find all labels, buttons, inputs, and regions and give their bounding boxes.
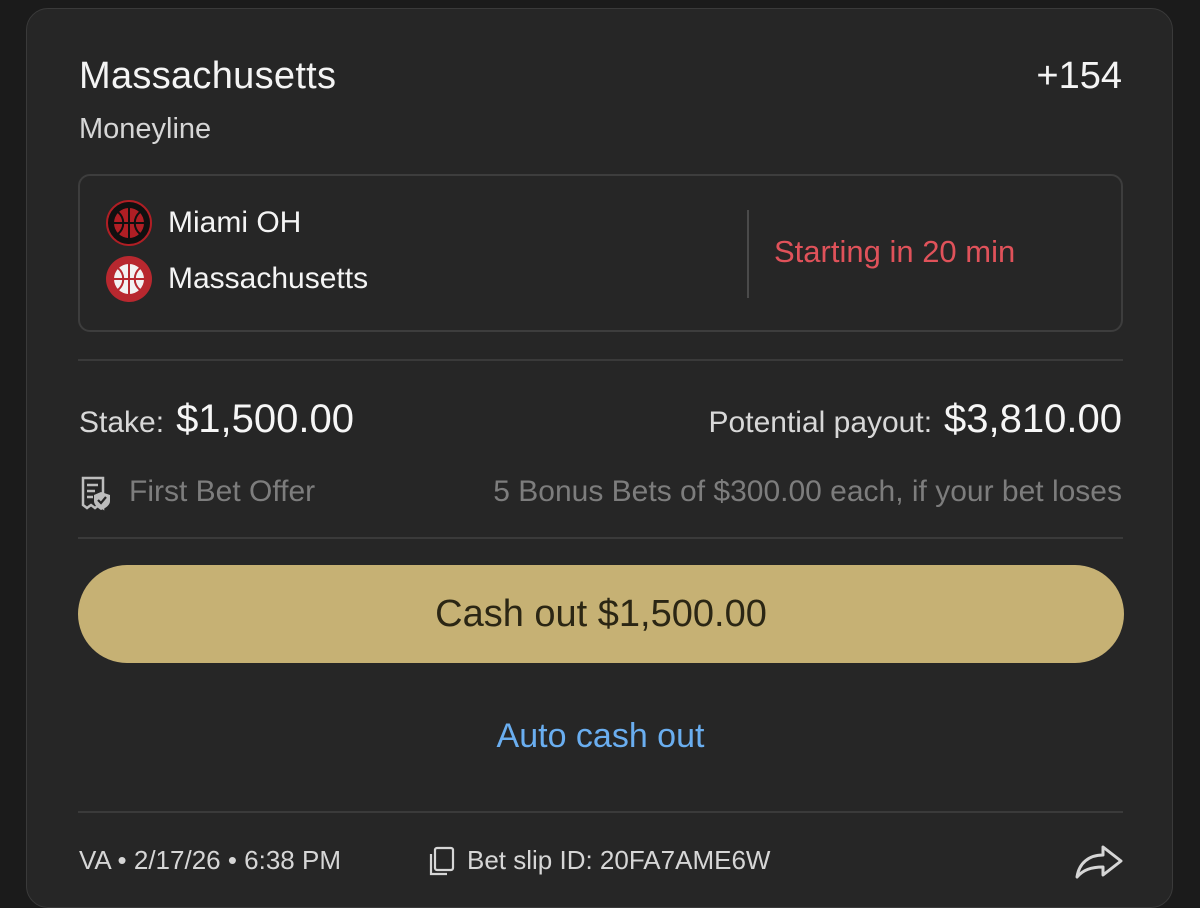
bet-meta: VA • 2/17/26 • 6:38 PM xyxy=(79,845,341,875)
stake-label: Stake: xyxy=(79,406,165,439)
receipt-shield-icon xyxy=(77,475,115,518)
copy-icon xyxy=(429,846,455,875)
bet-card: Massachusetts +154 Moneyline Miami OH Ma… xyxy=(26,8,1173,908)
selection-title: Massachusetts xyxy=(79,55,337,97)
stake: Stake: $1,500.00 xyxy=(79,397,354,442)
team-row-miami: Miami OH xyxy=(106,200,301,246)
offer-description: 5 Bonus Bets of $300.00 each, if your be… xyxy=(493,475,1122,508)
team-name: Miami OH xyxy=(168,206,302,239)
divider xyxy=(747,210,749,298)
odds-value: +154 xyxy=(1036,55,1122,97)
event-box[interactable]: Miami OH Massachusetts Starting in 20 mi… xyxy=(78,174,1123,332)
offer-label: First Bet Offer xyxy=(129,475,316,508)
divider xyxy=(78,811,1123,813)
cash-out-button[interactable]: Cash out $1,500.00 xyxy=(78,565,1124,663)
team-name: Massachusetts xyxy=(168,262,369,295)
bet-slip-id-text: Bet slip ID: 20FA7AME6W xyxy=(467,845,771,875)
potential-payout: Potential payout: $3,810.00 xyxy=(709,397,1122,442)
team-row-massachusetts: Massachusetts xyxy=(106,256,368,302)
payout-label: Potential payout: xyxy=(708,406,933,439)
event-status: Starting in 20 min xyxy=(774,234,1016,269)
auto-cash-out-link[interactable]: Auto cash out xyxy=(27,717,1174,756)
basketball-logo-icon xyxy=(106,200,152,246)
market-type: Moneyline xyxy=(79,113,212,145)
stake-amount: $1,500.00 xyxy=(176,397,355,441)
bet-slip-id[interactable]: Bet slip ID: 20FA7AME6W xyxy=(427,845,770,876)
divider xyxy=(78,359,1123,361)
divider xyxy=(78,537,1123,539)
basketball-logo-icon xyxy=(106,256,152,302)
payout-amount: $3,810.00 xyxy=(944,397,1122,441)
share-icon[interactable] xyxy=(1073,841,1125,886)
